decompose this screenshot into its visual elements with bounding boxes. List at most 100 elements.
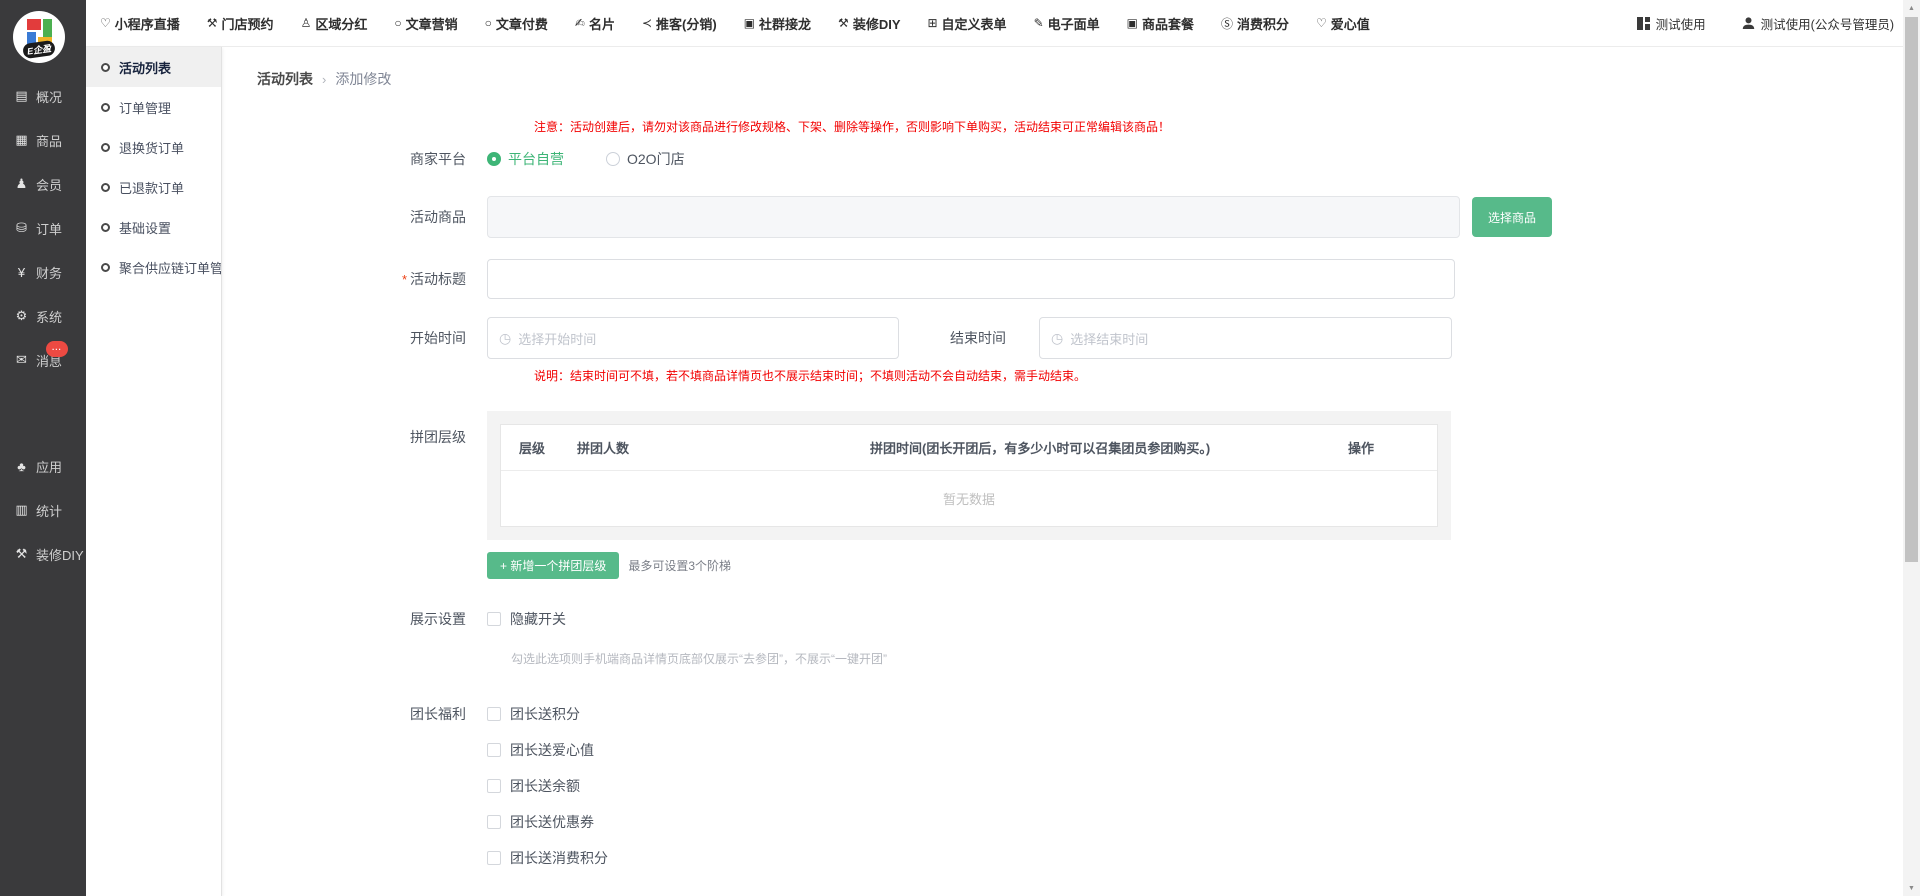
select-goods-button[interactable]: 选择商品 [1472, 197, 1552, 237]
sidebar-item-stats[interactable]: ▥ 统计 [0, 488, 86, 532]
topnav-label: 消费积分 [1237, 14, 1289, 33]
start-time-input[interactable]: ◷ 选择开始时间 [487, 317, 899, 359]
checkbox-icon[interactable] [487, 707, 501, 721]
sidebar-item-messages[interactable]: ✉ 消息 ... [0, 338, 86, 382]
scroll-up-arrow[interactable]: ▲ [1903, 0, 1920, 16]
submenu-supply-chain-orders[interactable]: 聚合供应链订单管 [86, 247, 221, 287]
cart-icon: ⛁ [13, 220, 30, 236]
checkbox-icon[interactable] [487, 779, 501, 793]
checkbox-icon[interactable] [487, 612, 501, 626]
test-use-button[interactable]: 测试使用 [1637, 14, 1706, 33]
checkbox-icon[interactable] [487, 743, 501, 757]
merchant-platform-row: 商家平台 平台自营 O2O门店 [222, 149, 1903, 169]
topnav-group-chain[interactable]: ▣ 社群接龙 [744, 14, 811, 33]
checkbox-label: 团长送积分 [510, 704, 580, 724]
sidebar-item-members[interactable]: ♟ 会员 [0, 162, 86, 206]
sidebar-spacer [0, 382, 86, 444]
clock-icon: ◷ [499, 330, 511, 347]
radio-selected-icon[interactable] [487, 152, 501, 166]
topnav-distribution[interactable]: ≺ 推客(分销) [642, 14, 717, 33]
topnav-label: 爱心值 [1331, 14, 1370, 33]
start-time-label: 开始时间 [222, 328, 487, 348]
add-level-button[interactable]: + 新增一个拼团层级 [487, 552, 619, 579]
submenu-activity-list[interactable]: 活动列表 [86, 47, 221, 87]
topnav-custom-form[interactable]: ⊞ 自定义表单 [927, 14, 1006, 33]
topnav-business-card[interactable]: ✍ 名片 [575, 14, 615, 33]
breadcrumb: 活动列表 › 添加修改 [222, 47, 1903, 89]
hammer-icon: ⚒ [207, 16, 218, 30]
submenu-basic-settings[interactable]: 基础设置 [86, 207, 221, 247]
sidebar-item-apps[interactable]: ♣ 应用 [0, 444, 86, 488]
hammer-icon: ⚒ [838, 16, 849, 30]
end-time-label: 结束时间 [911, 328, 1006, 348]
topnav-store-booking[interactable]: ⚒ 门店预约 [207, 14, 274, 33]
sidebar-item-orders[interactable]: ⛁ 订单 [0, 206, 86, 250]
topnav-goods-package[interactable]: ▣ 商品套餐 [1127, 14, 1194, 33]
share-icon: ≺ [642, 16, 652, 30]
empty-data-text: 暂无数据 [501, 471, 1437, 526]
topnav-love-value[interactable]: ♡ 爱心值 [1316, 14, 1370, 33]
benefit-balance-checkbox[interactable]: 团长送余额 [487, 776, 608, 796]
topnav-article-marketing[interactable]: ○ 文章营销 [394, 14, 457, 33]
sidebar-item-label: 统计 [36, 501, 62, 520]
vertical-scrollbar: ▲ ▼ [1903, 0, 1920, 896]
display-settings-note: 勾选此选项则手机端商品详情页底部仅展示“去参团”，不展示“一键开团” [511, 650, 1903, 667]
end-time-input[interactable]: ◷ 选择结束时间 [1039, 317, 1452, 359]
sidebar-item-finance[interactable]: ¥ 财务 [0, 250, 86, 294]
radio-platform-self[interactable]: 平台自营 [487, 149, 564, 169]
checkbox-label: 隐藏开关 [510, 609, 566, 629]
submenu-return-orders[interactable]: 退换货订单 [86, 127, 221, 167]
topnav-consume-points[interactable]: Ⓢ 消费积分 [1221, 14, 1289, 33]
topnav-e-waybill[interactable]: ✎ 电子面单 [1034, 14, 1100, 33]
submenu-refunded-orders[interactable]: 已退款订单 [86, 167, 221, 207]
checkbox-icon[interactable] [487, 851, 501, 865]
benefit-coupon-checkbox[interactable]: 团长送优惠券 [487, 812, 608, 832]
breadcrumb-root[interactable]: 活动列表 [257, 69, 313, 89]
sidebar-item-system[interactable]: ⚙ 系统 [0, 294, 86, 338]
topnav-label: 商品套餐 [1142, 14, 1194, 33]
submenu-label: 基础设置 [119, 218, 171, 237]
activity-goods-input[interactable] [487, 196, 1460, 238]
benefit-points-checkbox[interactable]: 团长送积分 [487, 704, 608, 724]
checkbox-label: 团长送优惠券 [510, 812, 594, 832]
test-use-label: 测试使用 [1656, 14, 1706, 33]
topnav-article-pay[interactable]: ○ 文章付费 [485, 14, 548, 33]
sidebar-item-goods[interactable]: ▦ 商品 [0, 118, 86, 162]
logo-square-red [27, 19, 41, 30]
topnav-label: 文章付费 [496, 14, 548, 33]
sidebar-item-overview[interactable]: ▤ 概况 [0, 74, 86, 118]
time-note-text: 说明：结束时间可不填，若不填商品详情页也不展示结束时间；不填则活动不会自动结束，… [534, 367, 1903, 384]
scrollbar-thumb[interactable] [1905, 17, 1918, 562]
account-menu[interactable]: 测试使用(公众号管理员) [1742, 14, 1894, 33]
checkbox-label: 团长送爱心值 [510, 740, 594, 760]
image-icon: ▣ [1127, 16, 1138, 30]
brand-name: E企盈 [22, 40, 56, 59]
apps-icon: ♣ [13, 459, 30, 474]
topnav-region-bonus[interactable]: ♙ 区域分红 [301, 14, 368, 33]
submenu-order-management[interactable]: 订单管理 [86, 87, 221, 127]
benefit-love-value-checkbox[interactable]: 团长送爱心值 [487, 740, 608, 760]
checkbox-icon[interactable] [487, 815, 501, 829]
logo-square-green [43, 19, 52, 39]
scroll-down-arrow[interactable]: ▼ [1903, 880, 1920, 896]
hammer-icon: ⚒ [13, 546, 30, 562]
radio-unselected-icon[interactable] [606, 152, 620, 166]
hide-switch-checkbox[interactable]: 隐藏开关 [487, 609, 566, 629]
person-icon: ♙ [301, 16, 312, 30]
activity-title-input[interactable] [487, 259, 1455, 299]
topnav-label: 文章营销 [406, 14, 458, 33]
sidebar-item-diy[interactable]: ⚒ 装修DIY [0, 532, 86, 576]
topnav-live[interactable]: ♡ 小程序直播 [100, 14, 180, 33]
topnav-label: 名片 [589, 14, 615, 33]
benefit-consume-points-checkbox[interactable]: 团长送消费积分 [487, 848, 608, 868]
dashboard-icon [1637, 17, 1650, 30]
radio-o2o-store[interactable]: O2O门店 [606, 149, 685, 169]
clock-icon: ◷ [1051, 330, 1063, 347]
group-levels-label: 拼团层级 [222, 411, 487, 447]
top-nav: ♡ 小程序直播 ⚒ 门店预约 ♙ 区域分红 ○ 文章营销 ○ 文章付费 ✍ 名片… [100, 14, 1370, 33]
brand-logo[interactable]: E企盈 [13, 11, 65, 63]
heart-icon: ♡ [100, 16, 111, 30]
chart-icon: ▥ [13, 502, 30, 518]
topnav-diy[interactable]: ⚒ 装修DIY [838, 14, 900, 33]
col-level: 层级 [501, 438, 577, 457]
